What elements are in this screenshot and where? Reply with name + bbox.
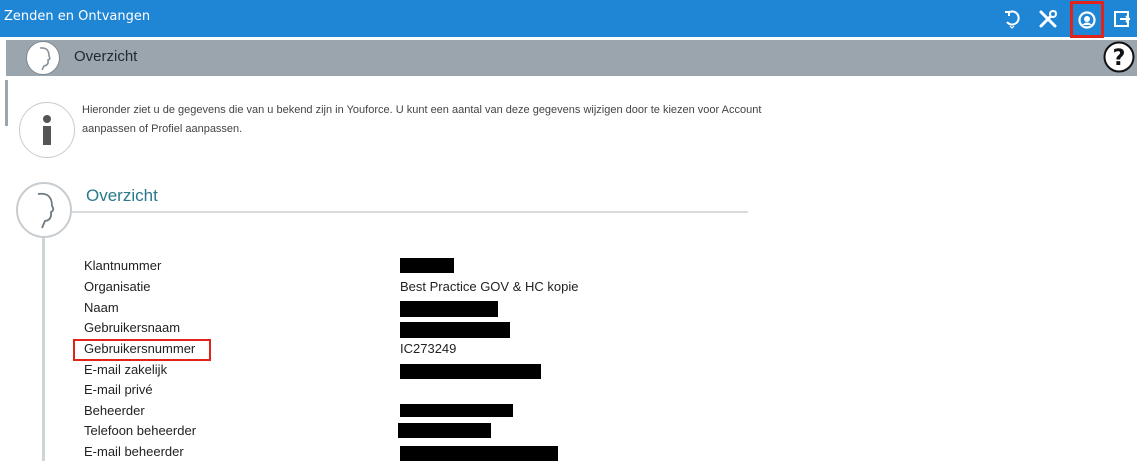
section-title: Overzicht: [86, 186, 158, 205]
scroll-edge: [5, 80, 8, 126]
refresh-icon[interactable]: [998, 5, 1026, 33]
highlight-box: [73, 339, 211, 361]
svg-text:?: ?: [1113, 46, 1126, 71]
redacted-value: [400, 301, 498, 317]
section-timeline-line: [42, 238, 45, 461]
redacted-value: [398, 423, 491, 438]
redacted-value: [400, 258, 454, 273]
detail-label: Organisatie: [84, 279, 151, 294]
question-circle-icon[interactable]: ?: [1103, 41, 1135, 73]
section-divider: [72, 211, 748, 213]
user-circle-icon[interactable]: [1070, 1, 1104, 38]
detail-row-email-prive: E-mail privé: [84, 382, 784, 402]
detail-label: Telefoon beheerder: [84, 423, 197, 438]
redacted-value: [400, 404, 513, 417]
redacted-value: [400, 446, 558, 461]
info-icon: [19, 102, 75, 158]
detail-label: E-mail privé: [84, 382, 153, 397]
page-title: Overzicht: [74, 48, 138, 65]
detail-label: E-mail zakelijk: [84, 362, 168, 377]
detail-value: IC273249: [400, 341, 457, 356]
detail-label: E-mail beheerder: [84, 444, 184, 459]
detail-label: Klantnummer: [84, 258, 162, 273]
redacted-value: [400, 322, 510, 338]
detail-label: Gebruikersnaam: [84, 320, 181, 335]
detail-label: Naam: [84, 300, 119, 315]
detail-label: Beheerder: [84, 403, 145, 418]
app-topbar: Zenden en Ontvangen: [0, 0, 1137, 38]
profile-head-icon: [26, 41, 60, 75]
info-text: Hieronder ziet u de gegevens die van u b…: [82, 104, 762, 135]
redacted-value: [400, 364, 541, 379]
app-title: Zenden en Ontvangen: [4, 9, 151, 24]
detail-row-organisatie: Organisatie Best Practice GOV & HC kopie: [84, 279, 784, 299]
detail-value: Best Practice GOV & HC kopie: [400, 279, 579, 294]
profile-head-icon: [16, 182, 72, 238]
page-header: Overzicht ?: [6, 40, 1137, 76]
tools-icon[interactable]: [1034, 5, 1062, 33]
logout-icon[interactable]: [1108, 5, 1136, 33]
